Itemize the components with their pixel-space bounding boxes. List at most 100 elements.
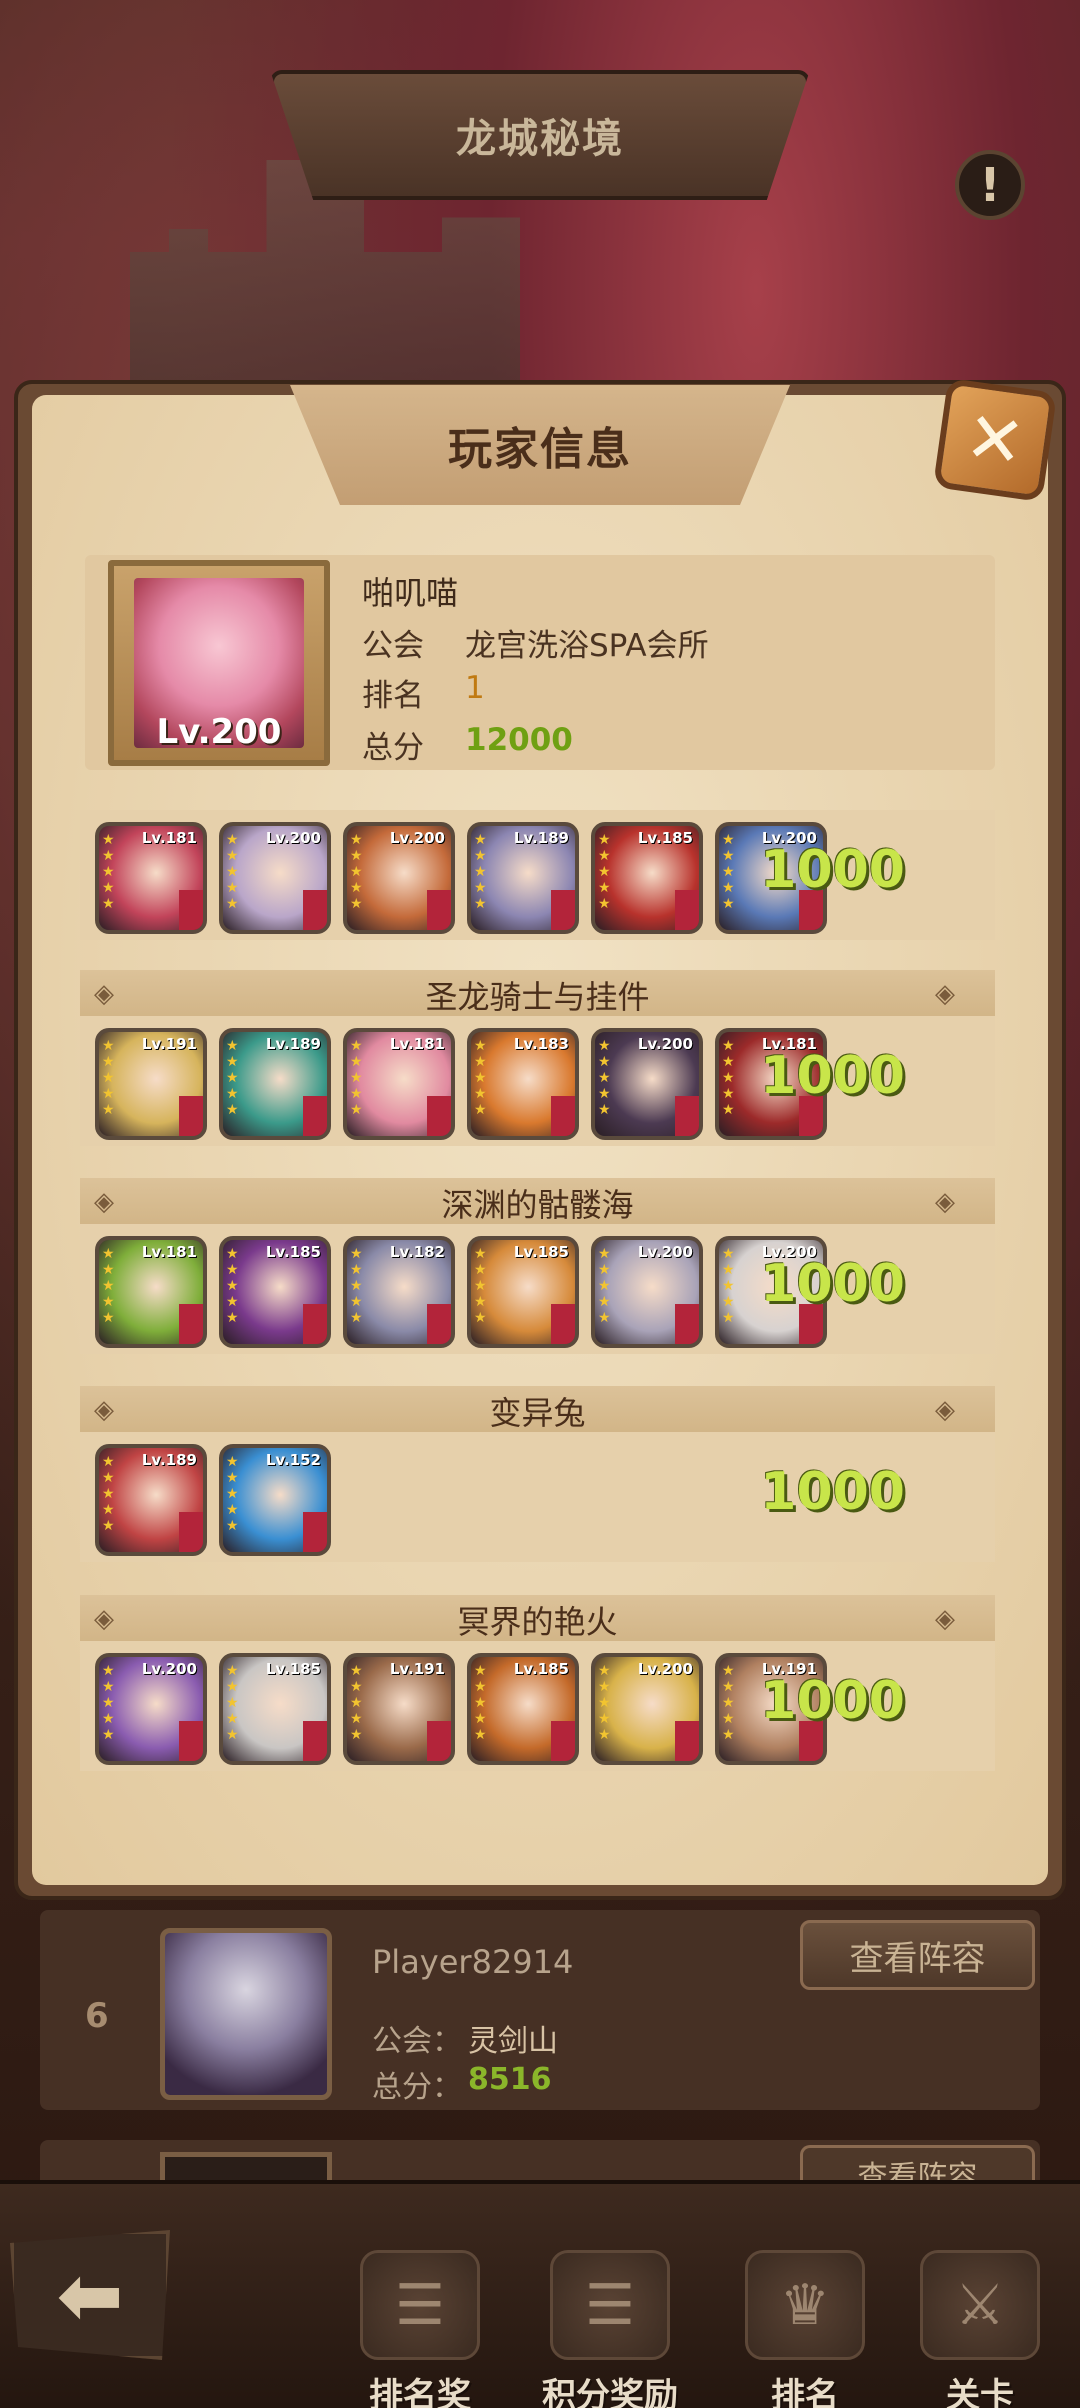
hero-card[interactable]: ★ ★ ★ ★ ★ Lv.152 (219, 1444, 331, 1556)
nav-rank-reward-label: 排名奖 (369, 2376, 471, 2408)
team-name: 圣龙骑士与挂件 (425, 978, 650, 1016)
hero-level: Lv.200 (141, 1660, 197, 1678)
team-row: ★ ★ ★ ★ ★ Lv.191 ★ ★ ★ ★ ★ Lv.189 ★ ★ ★ ★ ★ Lv.181 ★ ★ ★ ★ ★ Lv… (80, 1016, 995, 1146)
ornament-icon: ◈ (935, 979, 955, 1009)
hero-card[interactable]: ★ ★ ★ ★ ★ Lv.191 (343, 1653, 455, 1765)
hero-card[interactable]: ★ ★ ★ ★ ★ Lv.200 (591, 1653, 703, 1765)
hero-card[interactable]: ★ ★ ★ ★ ★ Lv.200 (591, 1028, 703, 1140)
star-icons: ★ ★ ★ ★ ★ (102, 1663, 115, 1743)
star-icons: ★ ★ ★ ★ ★ (102, 1246, 115, 1326)
ranking-guild-label: 公会： (372, 2024, 462, 2059)
close-button[interactable]: ✕ (932, 377, 1058, 503)
hero-class-bar (179, 1304, 203, 1344)
hero-class-bar (179, 890, 203, 930)
player-level: Lv.200 (156, 712, 282, 752)
back-button[interactable]: ⬅ (10, 2230, 170, 2360)
star-icons: ★ ★ ★ ★ ★ (598, 1663, 611, 1743)
team-score: 1000 (760, 840, 905, 900)
nav-rank-reward[interactable]: ☰ 排名奖 (340, 2250, 500, 2408)
hero-card[interactable]: ★ ★ ★ ★ ★ Lv.181 (95, 1236, 207, 1348)
hero-card[interactable]: ★ ★ ★ ★ ★ Lv.189 (95, 1444, 207, 1556)
hero-level: Lv.181 (389, 1035, 445, 1053)
hero-class-bar (427, 890, 451, 930)
ornament-icon: ◈ (94, 979, 114, 1009)
hero-class-bar (427, 1304, 451, 1344)
page-title: 龙城秘境 (456, 116, 624, 162)
hero-card[interactable]: ★ ★ ★ ★ ★ Lv.200 (591, 1236, 703, 1348)
hero-level: Lv.181 (141, 1243, 197, 1261)
nav-stage[interactable]: ⚔ 关卡 (900, 2250, 1060, 2408)
star-icons: ★ ★ ★ ★ ★ (102, 1038, 115, 1118)
hero-card[interactable]: ★ ★ ★ ★ ★ Lv.189 (219, 1028, 331, 1140)
hero-card[interactable]: ★ ★ ★ ★ ★ Lv.183 (467, 1028, 579, 1140)
hero-level: Lv.200 (637, 1660, 693, 1678)
ranking-guild-value: 灵剑山 (468, 2024, 558, 2059)
hero-card[interactable]: ★ ★ ★ ★ ★ Lv.200 (343, 822, 455, 934)
star-icons: ★ ★ ★ ★ ★ (226, 1038, 239, 1118)
hero-class-bar (303, 1721, 327, 1761)
hero-class-bar (303, 1096, 327, 1136)
modal-title: 玩家信息 (448, 424, 632, 475)
hero-card[interactable]: ★ ★ ★ ★ ★ Lv.181 (343, 1028, 455, 1140)
nav-ranking-label: 排名 (771, 2376, 839, 2408)
star-icons: ★ ★ ★ ★ ★ (474, 1038, 487, 1118)
star-icons: ★ ★ ★ ★ ★ (226, 1454, 239, 1534)
star-icons: ★ ★ ★ ★ ★ (226, 832, 239, 912)
scroll-icon: ☰ (550, 2250, 670, 2360)
rank-label: 排名 (362, 678, 424, 714)
hero-card[interactable]: ★ ★ ★ ★ ★ Lv.185 (467, 1653, 579, 1765)
scroll-icon: ☰ (360, 2250, 480, 2360)
nav-ranking[interactable]: ♛ 排名 (725, 2250, 885, 2408)
nav-points-reward[interactable]: ☰ 积分奖励 (530, 2250, 690, 2408)
close-icon: ✕ (960, 395, 1030, 485)
hero-level: Lv.191 (389, 1660, 445, 1678)
team-header: ◈ 冥界的艳火 ◈ (80, 1595, 995, 1645)
hero-level: Lv.183 (513, 1035, 569, 1053)
ornament-icon: ◈ (94, 1604, 114, 1634)
star-icons: ★ ★ ★ ★ ★ (350, 832, 363, 912)
hero-level: Lv.200 (637, 1035, 693, 1053)
hero-class-bar (179, 1721, 203, 1761)
guild-label: 公会 (362, 628, 424, 664)
hero-level: Lv.200 (265, 829, 321, 847)
team-row: ★ ★ ★ ★ ★ Lv.181 ★ ★ ★ ★ ★ Lv.185 ★ ★ ★ ★ ★ Lv.182 ★ ★ ★ ★ ★ Lv… (80, 1224, 995, 1354)
hero-card[interactable]: ★ ★ ★ ★ ★ Lv.200 (95, 1653, 207, 1765)
ornament-icon: ◈ (935, 1604, 955, 1634)
star-icons: ★ ★ ★ ★ ★ (226, 1663, 239, 1743)
ornament-icon: ◈ (935, 1187, 955, 1217)
ornament-icon: ◈ (935, 1395, 955, 1425)
hero-card[interactable]: ★ ★ ★ ★ ★ Lv.182 (343, 1236, 455, 1348)
star-icons: ★ ★ ★ ★ ★ (474, 1246, 487, 1326)
hero-card[interactable]: ★ ★ ★ ★ ★ Lv.181 (95, 822, 207, 934)
hero-level: Lv.191 (141, 1035, 197, 1053)
hero-card[interactable]: ★ ★ ★ ★ ★ Lv.185 (219, 1653, 331, 1765)
hero-level: Lv.185 (265, 1660, 321, 1678)
hero-class-bar (179, 1096, 203, 1136)
hero-card[interactable]: ★ ★ ★ ★ ★ Lv.185 (219, 1236, 331, 1348)
hero-level: Lv.200 (637, 1243, 693, 1261)
total-score-value: 12000 (465, 722, 573, 758)
hero-card[interactable]: ★ ★ ★ ★ ★ Lv.185 (591, 822, 703, 934)
rank-number: 6 (85, 1996, 109, 2036)
info-icon[interactable]: ! (955, 150, 1025, 220)
team-name: 变异兔 (489, 1394, 586, 1432)
hero-level: Lv.181 (141, 829, 197, 847)
hero-class-bar (551, 1721, 575, 1761)
hero-card[interactable]: ★ ★ ★ ★ ★ Lv.191 (95, 1028, 207, 1140)
hero-class-bar (303, 890, 327, 930)
hero-card[interactable]: ★ ★ ★ ★ ★ Lv.189 (467, 822, 579, 934)
team-name: 冥界的艳火 (457, 1603, 618, 1641)
view-lineup-button-next[interactable]: 查看阵容 (800, 2145, 1035, 2185)
hero-level: Lv.182 (389, 1243, 445, 1261)
hero-card[interactable]: ★ ★ ★ ★ ★ Lv.185 (467, 1236, 579, 1348)
hero-card[interactable]: ★ ★ ★ ★ ★ Lv.200 (219, 822, 331, 934)
view-lineup-button[interactable]: 查看阵容 (800, 1920, 1035, 1990)
avatar[interactable] (160, 1928, 332, 2100)
team-score: 1000 (760, 1254, 905, 1314)
team-row: ★ ★ ★ ★ ★ Lv.181 ★ ★ ★ ★ ★ Lv.200 ★ ★ ★ ★ ★ Lv.200 ★ ★ ★ ★ ★ Lv… (80, 810, 995, 940)
ranking-player-name: Player82914 (372, 1943, 574, 1981)
team-score: 1000 (760, 1462, 905, 1522)
star-icons: ★ ★ ★ ★ ★ (598, 1246, 611, 1326)
star-icons: ★ ★ ★ ★ ★ (598, 1038, 611, 1118)
hero-level: Lv.189 (265, 1035, 321, 1053)
